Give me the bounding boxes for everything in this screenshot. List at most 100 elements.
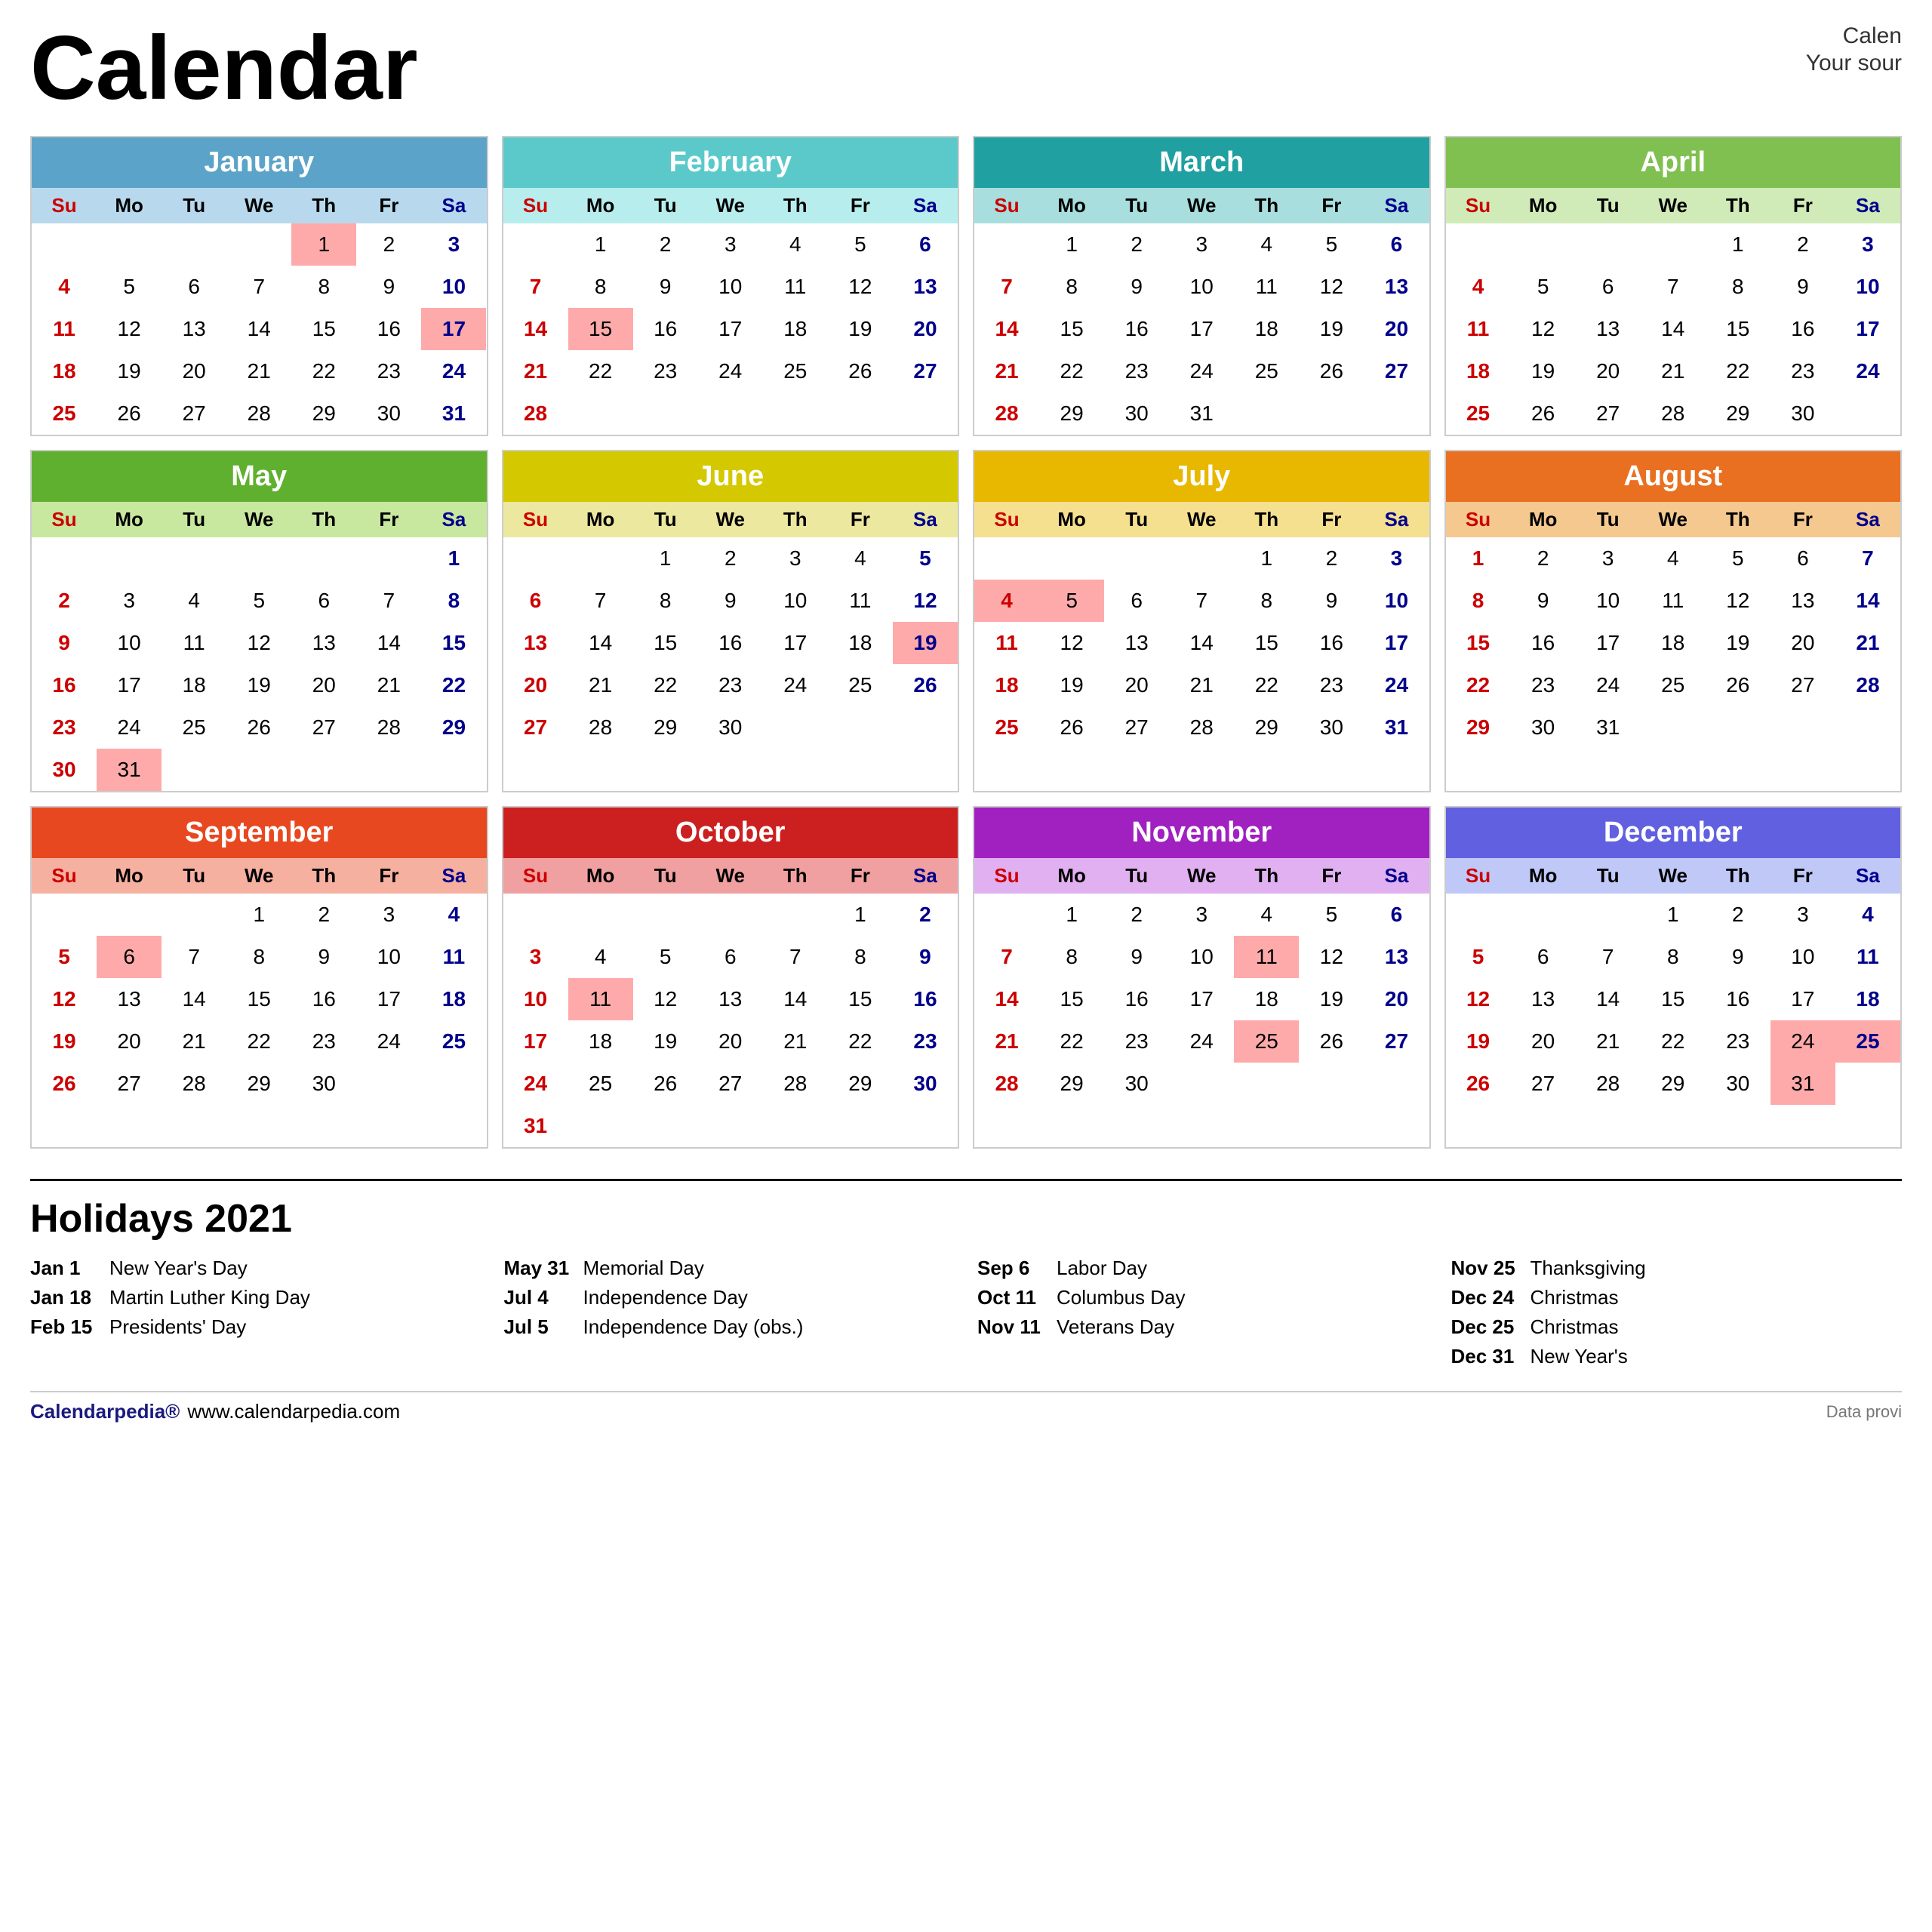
day-cell-empty	[568, 537, 633, 580]
day-cell: 30	[356, 392, 421, 435]
day-cell-empty	[633, 894, 698, 936]
day-cell: 26	[1299, 1020, 1364, 1063]
day-cell: 25	[162, 706, 226, 749]
day-cell: 15	[828, 978, 893, 1020]
day-cell: 4	[1835, 894, 1900, 936]
day-cell: 30	[1511, 706, 1576, 749]
month-header-nov: November	[974, 808, 1429, 858]
day-cell: 8	[1446, 580, 1511, 622]
day-cell: 4	[1641, 537, 1706, 580]
day-cell: 1	[568, 223, 633, 266]
day-header-cell: Th	[291, 502, 356, 537]
day-cell: 1	[1641, 894, 1706, 936]
day-cell: 14	[226, 308, 291, 350]
day-cell: 11	[763, 266, 828, 308]
holiday-date: Oct 11	[977, 1286, 1045, 1309]
day-cell: 10	[356, 936, 421, 978]
day-cell: 1	[1039, 223, 1104, 266]
day-cell: 19	[32, 1020, 97, 1063]
day-cell: 17	[763, 622, 828, 664]
day-cell: 25	[1835, 1020, 1900, 1063]
day-cell: 7	[1576, 936, 1641, 978]
day-cell: 8	[1039, 266, 1104, 308]
day-cell: 20	[1770, 622, 1835, 664]
day-cell: 14	[1169, 622, 1234, 664]
day-cell-empty	[421, 1063, 486, 1105]
day-cell: 26	[226, 706, 291, 749]
day-header-cell: Th	[763, 502, 828, 537]
day-cell-empty	[162, 894, 226, 936]
day-header-cell: We	[698, 858, 763, 894]
day-cell: 26	[828, 350, 893, 392]
day-header-cell: Sa	[1835, 502, 1900, 537]
day-header-cell: Sa	[1835, 858, 1900, 894]
day-cell: 3	[421, 223, 486, 266]
day-cell: 9	[698, 580, 763, 622]
day-cell: 2	[893, 894, 958, 936]
month-header-jan: January	[32, 137, 487, 188]
day-cell: 26	[893, 664, 958, 706]
day-cell: 20	[1364, 308, 1429, 350]
day-cell: 24	[1835, 350, 1900, 392]
day-cell-empty	[1446, 894, 1511, 936]
day-header-cell: Su	[32, 188, 97, 223]
day-cell: 13	[1770, 580, 1835, 622]
day-cell: 22	[1039, 1020, 1104, 1063]
day-cell: 11	[1641, 580, 1706, 622]
day-cell-empty	[828, 1105, 893, 1147]
day-cell: 15	[1234, 622, 1299, 664]
day-cell: 25	[1446, 392, 1511, 435]
day-cell: 25	[974, 706, 1039, 749]
day-cell: 31	[1364, 706, 1429, 749]
day-cell: 30	[291, 1063, 356, 1105]
day-cell: 20	[97, 1020, 162, 1063]
day-cell: 31	[1770, 1063, 1835, 1105]
holiday-name: Independence Day (obs.)	[583, 1315, 804, 1339]
day-headers-mar: SuMoTuWeThFrSa	[974, 188, 1429, 223]
day-cell: 7	[763, 936, 828, 978]
day-cell: 1	[226, 894, 291, 936]
day-cell: 23	[1770, 350, 1835, 392]
day-cell: 16	[1299, 622, 1364, 664]
month-feb: FebruarySuMoTuWeThFrSa123456789101112131…	[502, 136, 960, 436]
day-cell: 24	[1364, 664, 1429, 706]
day-cell: 5	[893, 537, 958, 580]
day-cell: 21	[1576, 1020, 1641, 1063]
day-cell: 19	[226, 664, 291, 706]
day-cell: 24	[1169, 350, 1234, 392]
day-header-cell: Tu	[633, 502, 698, 537]
day-cell: 4	[421, 894, 486, 936]
day-cell: 29	[421, 706, 486, 749]
day-cell-empty	[1511, 223, 1576, 266]
day-header-cell: Sa	[1364, 188, 1429, 223]
day-cell: 8	[1641, 936, 1706, 978]
day-cell: 5	[633, 936, 698, 978]
day-cell: 17	[1169, 978, 1234, 1020]
day-header-cell: Mo	[97, 858, 162, 894]
day-header-cell: Fr	[828, 502, 893, 537]
day-header-cell: Sa	[893, 858, 958, 894]
day-cell: 23	[698, 664, 763, 706]
day-cell: 27	[1364, 350, 1429, 392]
day-cell-empty	[1576, 223, 1641, 266]
month-header-dec: December	[1446, 808, 1901, 858]
day-cell: 20	[1511, 1020, 1576, 1063]
day-cell: 3	[356, 894, 421, 936]
day-cell: 19	[1039, 664, 1104, 706]
day-cell: 9	[893, 936, 958, 978]
day-cell: 14	[1641, 308, 1706, 350]
day-cell: 11	[568, 978, 633, 1020]
day-cell: 16	[633, 308, 698, 350]
day-cell-empty	[568, 1105, 633, 1147]
day-cell: 3	[1576, 537, 1641, 580]
month-header-jul: July	[974, 451, 1429, 502]
day-cell: 7	[1169, 580, 1234, 622]
day-cell: 15	[633, 622, 698, 664]
day-cell: 6	[1364, 894, 1429, 936]
day-cell-empty	[1835, 392, 1900, 435]
day-cell: 9	[1104, 266, 1169, 308]
day-cell: 7	[356, 580, 421, 622]
day-cell: 2	[32, 580, 97, 622]
day-header-cell: We	[226, 188, 291, 223]
day-cell: 31	[1169, 392, 1234, 435]
